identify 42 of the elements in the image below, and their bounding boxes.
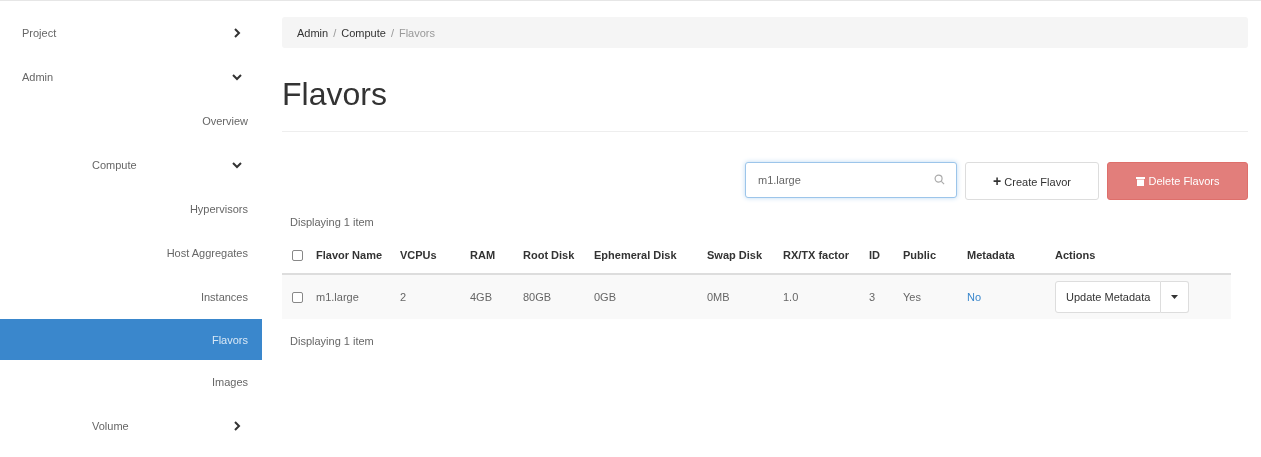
nav-item[interactable]: Images — [0, 360, 262, 404]
nav-item[interactable]: Hypervisors — [0, 187, 262, 231]
column-header: Public — [903, 248, 936, 261]
nav-item[interactable]: Flavors — [0, 319, 262, 360]
table-cell: Yes — [903, 291, 921, 303]
nav-item[interactable]: Overview — [0, 99, 262, 143]
breadcrumb-link[interactable]: Compute — [341, 26, 386, 39]
page-title: Flavors — [282, 76, 1248, 132]
column-header: RX/TX factor — [783, 248, 849, 261]
nav-section[interactable]: Project — [22, 27, 57, 39]
table-cell: 3 — [869, 291, 876, 303]
column-header: ID — [869, 248, 880, 261]
table-cell: 0MB — [707, 291, 730, 303]
nav-section[interactable]: Volume — [92, 420, 129, 432]
column-header: Metadata — [967, 248, 1015, 261]
item-count: Displaying 1 item — [290, 335, 375, 347]
breadcrumb-link[interactable]: Admin — [297, 26, 329, 39]
update-metadata-button[interactable]: Update Metadata — [1055, 281, 1162, 313]
breadcrumb-separator: / — [333, 26, 337, 39]
column-header: Actions — [1055, 248, 1096, 261]
nav-item[interactable]: Host Aggregates — [0, 231, 262, 275]
nav-section[interactable]: Admin — [22, 71, 54, 83]
item-count: Displaying 1 item — [290, 216, 375, 228]
table-cell: m1.large — [316, 291, 359, 303]
column-header: Ephemeral Disk — [594, 248, 677, 261]
nav-item[interactable]: Instances — [0, 275, 262, 319]
create-flavor-button[interactable]: + Create Flavor — [965, 162, 1099, 200]
column-header: Swap Disk — [707, 248, 763, 261]
table-cell: 1.0 — [783, 291, 799, 303]
column-header: Root Disk — [523, 248, 575, 261]
metadata-link[interactable]: No — [967, 291, 982, 303]
column-header: Flavor Name — [316, 248, 383, 261]
breadcrumb-current: Flavors — [398, 26, 435, 39]
search-field[interactable]: m1.large — [745, 162, 957, 198]
table-cell: 0GB — [594, 291, 616, 303]
table-cell: 80GB — [523, 291, 552, 303]
nav-section[interactable]: Compute — [92, 159, 137, 171]
table-cell: 2 — [400, 291, 407, 303]
breadcrumb-separator: / — [390, 26, 394, 39]
column-header: VCPUs — [400, 248, 437, 261]
table-cell: 4GB — [470, 291, 492, 303]
column-header: RAM — [470, 248, 496, 261]
